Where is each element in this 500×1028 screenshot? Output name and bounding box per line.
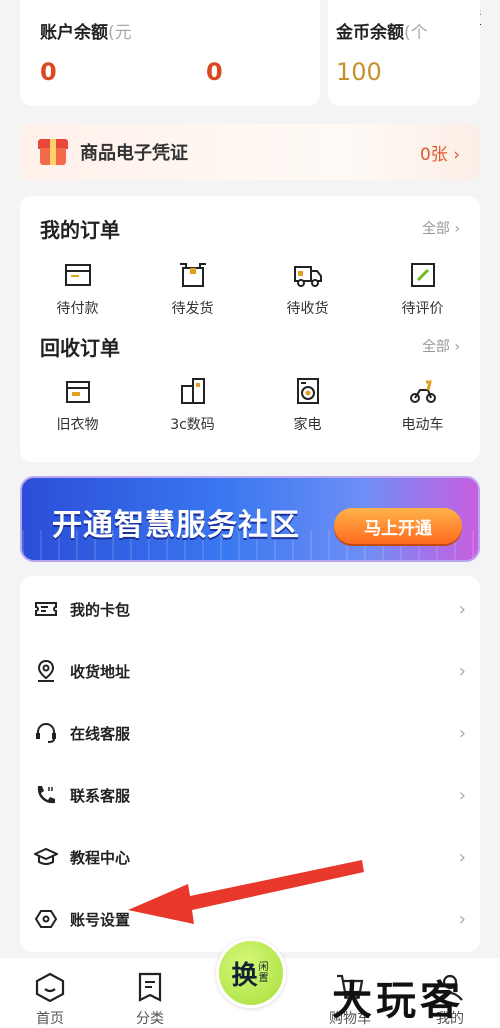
recycle-category-appliance[interactable]: 家电	[250, 376, 365, 434]
devices-icon	[180, 378, 205, 404]
package-icon	[179, 263, 206, 287]
recycle-category-label: 3c数码	[170, 417, 215, 433]
balance-value: 0	[40, 58, 57, 86]
swap-idle-button[interactable]: 换 闲置	[216, 938, 286, 1008]
category-icon	[138, 972, 162, 1002]
chevron-right-icon: ›	[458, 598, 466, 620]
menu-item-label: 联系客服	[70, 786, 131, 805]
account-balance-card[interactable]: 账户余额(元 0 0	[20, 0, 320, 106]
recycle-category-label: 旧衣物	[56, 417, 99, 433]
menu-item-tutorials[interactable]: 教程中心 ›	[20, 826, 480, 888]
menu-item-label: 我的卡包	[70, 600, 131, 619]
swap-button-label: 换	[231, 960, 258, 991]
gift-box-icon	[38, 139, 68, 165]
menu-item-online-service[interactable]: 在线客服 ›	[20, 702, 480, 764]
order-status-pending-shipment[interactable]: 待发货	[135, 260, 250, 318]
chevron-right-icon: ›	[458, 908, 466, 930]
chevron-right-icon: ›	[458, 784, 466, 806]
order-status-pending-review[interactable]: 待评价	[365, 260, 480, 318]
coin-balance-value: 100	[336, 58, 382, 86]
clothes-box-icon	[65, 381, 90, 403]
order-status-label: 待评价	[401, 301, 444, 317]
swap-button-sublabel: 闲置	[258, 962, 269, 984]
order-status-pending-receipt[interactable]: 待收货	[250, 260, 365, 318]
smart-community-banner[interactable]: 开通智慧服务社区 马上开通	[20, 476, 480, 562]
my-orders-all-link[interactable]: 全部 ›	[422, 218, 460, 238]
order-status-label: 待付款	[56, 301, 99, 317]
menu-item-label: 收货地址	[70, 662, 131, 681]
my-orders-row: 待付款 待发货 待收货 待评价	[20, 260, 480, 318]
chevron-right-icon: ›	[458, 722, 466, 744]
recycle-orders-all-link[interactable]: 全部 ›	[422, 336, 460, 356]
my-orders-title: 我的订单	[40, 218, 120, 242]
ebike-icon	[409, 380, 436, 403]
balance-value: 0	[206, 58, 223, 86]
recycle-category-digital[interactable]: 3c数码	[135, 376, 250, 434]
home-icon	[35, 972, 65, 1002]
recycle-category-label: 家电	[293, 417, 322, 433]
wallet-icon	[64, 264, 91, 286]
chevron-right-icon: ›	[458, 846, 466, 868]
menu-card: 我的卡包 › 收货地址 › 在线客服 › 联系客服 › 教程中心 › 账号设置 …	[20, 576, 480, 952]
coin-balance-label: 金币余额(个	[336, 23, 428, 43]
order-status-label: 待收货	[286, 301, 329, 317]
headset-icon	[36, 723, 56, 743]
menu-item-contact-service[interactable]: 联系客服 ›	[20, 764, 480, 826]
washing-machine-icon	[296, 378, 319, 404]
open-now-button[interactable]: 马上开通	[334, 508, 462, 544]
coin-balance-card[interactable]: 金币余额(个 100	[328, 0, 480, 106]
graduation-cap-icon	[34, 847, 58, 865]
menu-item-address[interactable]: 收货地址 ›	[20, 640, 480, 702]
recycle-orders-title: 回收订单	[40, 336, 120, 360]
order-status-pending-payment[interactable]: 待付款	[20, 260, 135, 318]
voucher-count: 0张 ›	[419, 144, 460, 165]
menu-item-label: 教程中心	[70, 848, 131, 867]
truck-icon	[293, 266, 322, 287]
recycle-orders-row: 旧衣物 3c数码 家电 电动车	[20, 376, 480, 434]
tab-swap-center[interactable]: 换 闲置	[200, 938, 300, 1028]
recycle-category-clothes[interactable]: 旧衣物	[20, 376, 135, 434]
ticket-icon	[35, 602, 57, 616]
recycle-category-ebike[interactable]: 电动车	[365, 376, 480, 434]
edit-icon	[410, 263, 435, 287]
phone-icon	[37, 786, 55, 804]
menu-item-label: 在线客服	[70, 724, 131, 743]
chevron-right-icon: ›	[458, 660, 466, 682]
orders-card: 我的订单 全部 › 待付款 待发货 待收货 待评价 回收订单 全部 › 旧衣物 …	[20, 196, 480, 462]
tab-category[interactable]: 分类	[100, 958, 200, 1028]
watermark-logo: 大玩客	[332, 978, 464, 1024]
balance-row: 账户余额(元 0 0 金币余额(个 100	[20, 0, 480, 106]
tab-label: 分类	[136, 1011, 164, 1027]
recycle-category-label: 电动车	[401, 417, 444, 433]
menu-item-label: 账号设置	[70, 910, 131, 929]
tab-label: 首页	[36, 1011, 64, 1027]
banner-title: 开通智慧服务社区	[52, 508, 300, 543]
hexagon-icon	[34, 910, 58, 928]
voucher-row[interactable]: 商品电子凭证 0张 ›	[20, 124, 480, 180]
voucher-label: 商品电子凭证	[80, 143, 188, 164]
order-status-label: 待发货	[171, 301, 214, 317]
tab-home[interactable]: 首页	[0, 958, 100, 1028]
account-balance-label: 账户余额(元	[40, 23, 132, 43]
menu-item-card-wallet[interactable]: 我的卡包 ›	[20, 578, 480, 640]
location-icon	[37, 659, 55, 682]
